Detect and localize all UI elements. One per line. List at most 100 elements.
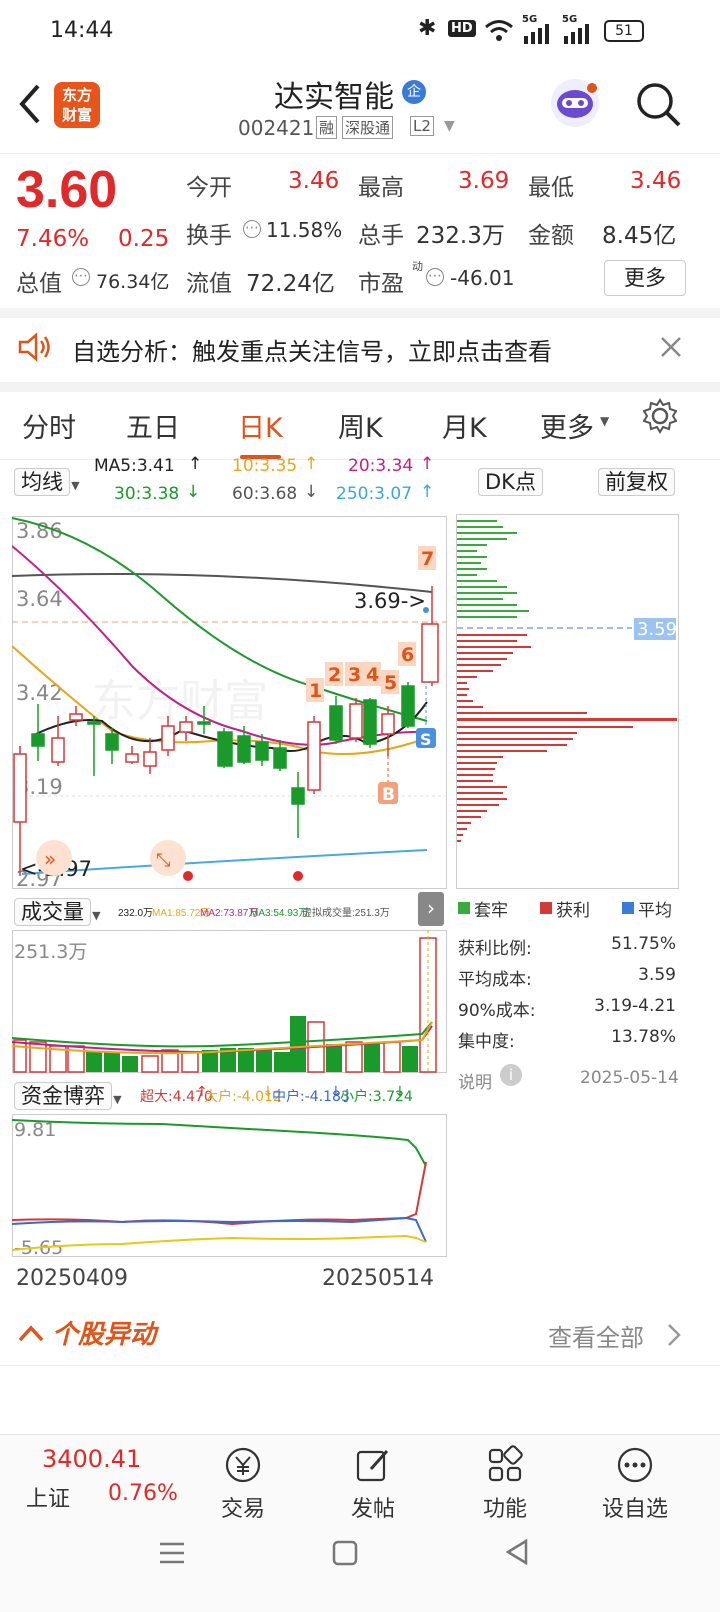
view-all-link[interactable]: 查看全部: [548, 1318, 644, 1353]
back-icon[interactable]: [16, 82, 42, 126]
tab-more[interactable]: 更多: [540, 406, 594, 445]
tab-five-day[interactable]: 五日: [126, 406, 180, 445]
more-button[interactable]: 更多: [604, 260, 686, 296]
search-icon[interactable]: [634, 80, 682, 128]
back-triangle-icon[interactable]: [504, 1538, 530, 1566]
legend-swatch-profit: [540, 902, 552, 914]
volume-chart[interactable]: 251.3万: [12, 930, 448, 1074]
capital-selector[interactable]: 资金博弈 ▼: [14, 1080, 122, 1110]
gear-icon[interactable]: [642, 398, 678, 434]
tab-monthly-k[interactable]: 月K: [442, 406, 487, 445]
sell-label: S: [420, 730, 432, 749]
chip-distribution[interactable]: 3.59: [456, 514, 680, 890]
high-annotation: 3.69->: [354, 589, 426, 613]
index-change[interactable]: 0.76%: [108, 1481, 178, 1506]
signal-1: 1: [309, 680, 322, 702]
adjust-selector[interactable]: 前复权: [598, 466, 675, 496]
adjust-label[interactable]: 前复权: [598, 468, 675, 496]
legend-profit: 获利: [556, 901, 590, 921]
chevron-down-icon: ▼: [113, 1093, 122, 1106]
enterprise-badge[interactable]: 企: [402, 80, 426, 104]
nav-trade-label: 交易: [220, 1497, 265, 1522]
chip-price-label: 3.59: [637, 619, 677, 640]
robot-avatar-icon[interactable]: [548, 76, 602, 130]
y-label: 3.64: [16, 587, 63, 611]
chip-note-label[interactable]: 说明: [458, 1068, 492, 1093]
info-dots-icon[interactable]: ⋯: [426, 268, 444, 286]
concentration-value: 13.78%: [611, 1027, 676, 1047]
signal-6: 6: [401, 644, 414, 666]
open-label: 今开: [186, 175, 232, 201]
pe-dynamic-sup: 动: [412, 260, 423, 273]
ma-selector[interactable]: 均线 ▼: [14, 466, 80, 496]
chevron-right-icon[interactable]: [666, 1322, 682, 1348]
volume-selector[interactable]: 成交量 ▼: [14, 896, 101, 926]
status-bar: 14:44 ✱ HD 5G 5G 51: [0, 0, 720, 62]
cost90-label: 90%成本:: [458, 1001, 536, 1021]
capital-chart[interactable]: 9.81 -5.65: [12, 1114, 448, 1258]
ma-selector-label[interactable]: 均线: [14, 468, 70, 496]
period-tabs: 分时 五日 日K 周K 月K 更多 ▼: [0, 392, 720, 460]
buy-label: B: [382, 785, 395, 805]
menu-icon[interactable]: [158, 1540, 186, 1566]
kline-chart[interactable]: 东方财富 3.86 3.64 3.42 3.19 2.97 3.69-> 1 2…: [12, 516, 448, 890]
pe-value: -46.01: [450, 266, 515, 290]
chip-legend: 套牢 获利 平均: [456, 896, 680, 921]
info-dots-icon[interactable]: ⋯: [243, 220, 261, 238]
turnover-label: 换手: [186, 223, 232, 249]
chevron-right-icon[interactable]: ›: [418, 892, 444, 926]
grid-icon: [488, 1445, 523, 1482]
ma5-value: MA5:3.41: [94, 456, 175, 476]
bluetooth-icon: ✱: [418, 16, 437, 41]
pe-label: 市盈: [358, 271, 404, 297]
index-name[interactable]: 上证: [26, 1481, 70, 1513]
ma250-value: 250:3.07: [336, 484, 413, 504]
low-value: 3.46: [630, 168, 682, 194]
home-icon[interactable]: [332, 1540, 358, 1566]
low-label: 最低: [528, 175, 574, 201]
edit-icon: [356, 1450, 389, 1482]
alert-banner[interactable]: 自选分析：触发重点关注信号，立即点击查看: [0, 318, 720, 392]
nav-add-watchlist-label: 设自选: [601, 1497, 668, 1522]
index-value[interactable]: 3400.41: [42, 1445, 141, 1473]
signal-3: 3: [348, 664, 361, 686]
dk-label[interactable]: DK点: [478, 468, 543, 496]
event-dot[interactable]: [293, 871, 303, 881]
event-dot[interactable]: [183, 871, 193, 881]
chevron-up-icon[interactable]: [18, 1322, 44, 1344]
date-end: 20250514: [322, 1266, 434, 1291]
legend-swatch-avg: [622, 902, 634, 914]
arrow-down-icon: ↓: [394, 1084, 406, 1100]
legend-swatch-trapped: [458, 902, 470, 914]
arrow-up-icon: ↑: [420, 482, 435, 502]
virtual-volume: 虚拟成交量:251.3万: [302, 908, 390, 919]
signal-7: 7: [421, 548, 434, 570]
status-time: 14:44: [50, 18, 114, 43]
turnover-value: 11.58%: [266, 218, 343, 242]
wifi-icon: [485, 20, 513, 41]
capital-selector-label[interactable]: 资金博弈: [14, 1082, 112, 1110]
change-amount: 0.25: [118, 226, 170, 252]
nav-add-watchlist[interactable]: 设自选: [580, 1445, 690, 1523]
chip-stats: 获利比例: 51.75% 平均成本: 3.59 90%成本: 3.19-4.21 集中…: [458, 934, 680, 1058]
change-pct: 7.46%: [16, 226, 90, 252]
nav-post[interactable]: 发帖: [318, 1445, 428, 1523]
speaker-icon: [18, 332, 50, 362]
tab-intraday[interactable]: 分时: [22, 406, 76, 445]
quote-panel: 3.60 7.46% 0.25 今开 3.46 最高 3.69 最低 3.46 …: [0, 154, 720, 318]
info-icon[interactable]: i: [500, 1064, 522, 1086]
chevron-down-icon: ▼: [600, 414, 610, 428]
nav-functions[interactable]: 功能: [450, 1445, 560, 1523]
watermark: 东方财富: [92, 676, 268, 727]
tab-daily-k[interactable]: 日K: [238, 406, 283, 459]
nav-trade[interactable]: 交易: [188, 1445, 298, 1523]
info-dots-icon[interactable]: ⋯: [72, 268, 90, 286]
close-icon[interactable]: [660, 336, 682, 358]
chevron-down-icon[interactable]: ▼: [444, 118, 455, 134]
signal-5: 5: [384, 672, 397, 694]
signal-2: 2: [328, 664, 341, 686]
movement-section: 个股异动 查看全部: [0, 1304, 720, 1366]
volume-selector-label[interactable]: 成交量: [14, 898, 91, 926]
dk-point-selector[interactable]: DK点: [478, 466, 543, 496]
tab-weekly-k[interactable]: 周K: [338, 406, 383, 445]
